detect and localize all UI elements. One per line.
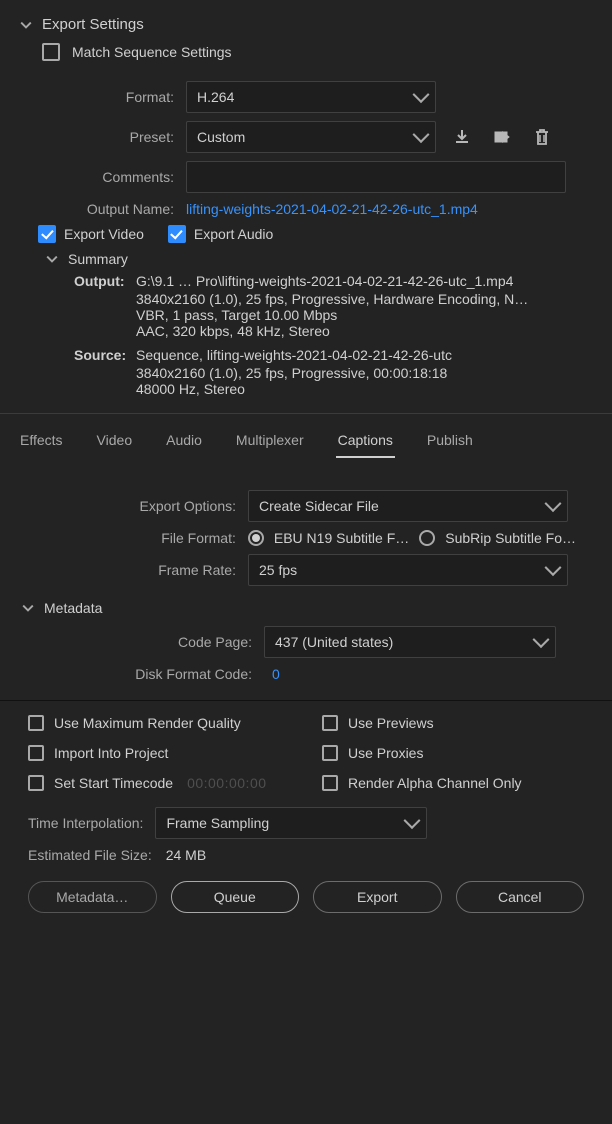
- time-interpolation-dropdown[interactable]: Frame Sampling: [155, 807, 427, 839]
- summary-source-line: 3840x2160 (1.0), 25 fps, Progressive, 00…: [136, 365, 584, 381]
- match-sequence-label: Match Sequence Settings: [72, 44, 232, 60]
- export-audio-label: Export Audio: [194, 226, 273, 242]
- comments-input[interactable]: [186, 161, 566, 193]
- export-audio-checkbox[interactable]: [168, 225, 186, 243]
- render-alpha-only-label: Render Alpha Channel Only: [348, 775, 522, 791]
- frame-rate-value: 25 fps: [259, 562, 297, 578]
- export-options-dropdown[interactable]: Create Sidecar File: [248, 490, 568, 522]
- summary-output-line: AAC, 320 kbps, 48 kHz, Stereo: [136, 323, 584, 339]
- export-options-value: Create Sidecar File: [259, 498, 379, 514]
- export-settings-title: Export Settings: [42, 16, 144, 33]
- output-name-label: Output Name:: [38, 201, 174, 217]
- settings-tabs: Effects Video Audio Multiplexer Captions…: [0, 413, 612, 458]
- tab-captions[interactable]: Captions: [336, 428, 395, 458]
- captions-metadata-disclosure[interactable]: Metadata: [22, 600, 576, 616]
- tab-audio[interactable]: Audio: [164, 428, 204, 458]
- file-format-radio-subrip[interactable]: [419, 530, 435, 546]
- estimated-file-size-value: 24 MB: [166, 847, 206, 863]
- estimated-file-size-label: Estimated File Size:: [28, 847, 152, 863]
- chevron-down-icon: [20, 19, 32, 31]
- code-page-dropdown[interactable]: 437 (United states): [264, 626, 556, 658]
- file-format-option-subrip: SubRip Subtitle Fo…: [445, 530, 576, 546]
- preset-label: Preset:: [38, 129, 174, 145]
- file-format-option-ebu: EBU N19 Subtitle F…: [274, 530, 409, 546]
- disk-format-code-value[interactable]: 0: [264, 666, 288, 682]
- summary-output-line: G:\9.1 … Pro\lifting-weights-2021-04-02-…: [136, 273, 513, 289]
- export-button[interactable]: Export: [313, 881, 442, 913]
- match-sequence-checkbox[interactable]: [42, 43, 60, 61]
- comments-label: Comments:: [38, 169, 174, 185]
- set-start-timecode-checkbox[interactable]: [28, 775, 44, 791]
- disk-format-code-label: Disk Format Code:: [52, 666, 252, 682]
- tab-video[interactable]: Video: [95, 428, 135, 458]
- set-start-timecode-label: Set Start Timecode: [54, 775, 173, 791]
- import-preset-icon[interactable]: [448, 123, 476, 151]
- use-max-render-quality-label: Use Maximum Render Quality: [54, 715, 241, 731]
- use-previews-label: Use Previews: [348, 715, 434, 731]
- save-preset-icon[interactable]: [488, 123, 516, 151]
- summary-output-line: VBR, 1 pass, Target 10.00 Mbps: [136, 307, 584, 323]
- cancel-button[interactable]: Cancel: [456, 881, 585, 913]
- code-page-label: Code Page:: [52, 634, 252, 650]
- chevron-down-icon: [46, 253, 58, 265]
- frame-rate-label: Frame Rate:: [36, 562, 236, 578]
- queue-button[interactable]: Queue: [171, 881, 300, 913]
- start-timecode-placeholder[interactable]: 00:00:00:00: [187, 775, 266, 791]
- use-previews-checkbox[interactable]: [322, 715, 338, 731]
- summary-output-line: 3840x2160 (1.0), 25 fps, Progressive, Ha…: [136, 291, 584, 307]
- delete-preset-icon[interactable]: [528, 123, 556, 151]
- file-format-radio-ebu[interactable]: [248, 530, 264, 546]
- output-name-link[interactable]: lifting-weights-2021-04-02-21-42-26-utc_…: [186, 201, 478, 217]
- tab-publish[interactable]: Publish: [425, 428, 475, 458]
- summary-source-line: 48000 Hz, Stereo: [136, 381, 584, 397]
- export-video-checkbox[interactable]: [38, 225, 56, 243]
- summary-title: Summary: [68, 251, 128, 267]
- chevron-down-icon: [22, 602, 34, 614]
- time-interpolation-label: Time Interpolation:: [28, 815, 143, 831]
- tab-multiplexer[interactable]: Multiplexer: [234, 428, 306, 458]
- captions-metadata-title: Metadata: [44, 600, 102, 616]
- format-label: Format:: [38, 89, 174, 105]
- use-max-render-quality-checkbox[interactable]: [28, 715, 44, 731]
- summary-output-label: Output:: [74, 273, 136, 289]
- render-alpha-only-checkbox[interactable]: [322, 775, 338, 791]
- export-video-label: Export Video: [64, 226, 144, 242]
- import-into-project-checkbox[interactable]: [28, 745, 44, 761]
- frame-rate-dropdown[interactable]: 25 fps: [248, 554, 568, 586]
- use-proxies-checkbox[interactable]: [322, 745, 338, 761]
- preset-value: Custom: [197, 129, 245, 145]
- import-into-project-label: Import Into Project: [54, 745, 168, 761]
- summary-source-line: Sequence, lifting-weights-2021-04-02-21-…: [136, 347, 452, 363]
- time-interpolation-value: Frame Sampling: [166, 815, 269, 831]
- export-settings-disclosure[interactable]: Export Settings: [20, 16, 584, 33]
- file-format-label: File Format:: [36, 530, 236, 546]
- use-proxies-label: Use Proxies: [348, 745, 423, 761]
- export-options-label: Export Options:: [36, 498, 236, 514]
- summary-source-label: Source:: [74, 347, 136, 363]
- summary-disclosure[interactable]: Summary: [46, 251, 584, 267]
- format-dropdown[interactable]: H.264: [186, 81, 436, 113]
- tab-effects[interactable]: Effects: [18, 428, 65, 458]
- code-page-value: 437 (United states): [275, 634, 393, 650]
- format-value: H.264: [197, 89, 234, 105]
- preset-dropdown[interactable]: Custom: [186, 121, 436, 153]
- metadata-button[interactable]: Metadata…: [28, 881, 157, 913]
